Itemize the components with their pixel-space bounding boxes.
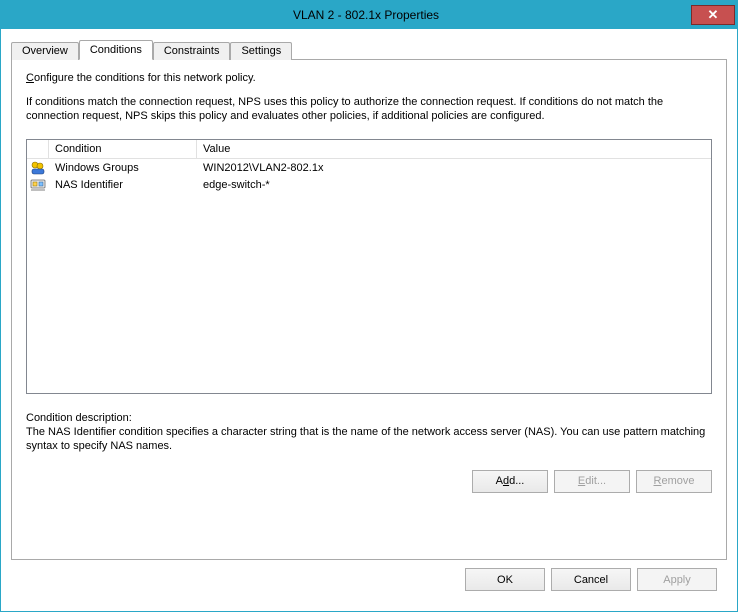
- tab-overview[interactable]: Overview: [11, 42, 79, 60]
- condition-description: Condition description: The NAS Identifie…: [26, 412, 712, 454]
- header-icon-col[interactable]: [27, 140, 49, 158]
- apply-button: Apply: [637, 568, 717, 591]
- tab-conditions[interactable]: Conditions: [79, 40, 153, 60]
- header-condition[interactable]: Condition: [49, 140, 197, 158]
- row-icon: [27, 177, 49, 193]
- nas-icon: [30, 177, 46, 193]
- conditions-list[interactable]: Condition Value: [26, 139, 712, 394]
- row-icon: [27, 160, 49, 176]
- row-condition: NAS Identifier: [49, 179, 197, 191]
- titlebar: VLAN 2 - 802.1x Properties ✕: [1, 1, 737, 29]
- description-text: The NAS Identifier condition specifies a…: [26, 426, 712, 454]
- tab-panel-conditions: Configure the conditions for this networ…: [11, 59, 727, 560]
- edit-button: Edit...: [554, 470, 630, 493]
- list-body: Windows Groups WIN2012\VLAN2-802.1x: [27, 159, 711, 393]
- row-value: WIN2012\VLAN2-802.1x: [197, 162, 711, 174]
- list-header: Condition Value: [27, 140, 711, 159]
- window-title: VLAN 2 - 802.1x Properties: [1, 8, 691, 22]
- close-button[interactable]: ✕: [691, 5, 735, 25]
- table-row[interactable]: NAS Identifier edge-switch-*: [27, 176, 711, 193]
- tab-settings[interactable]: Settings: [230, 42, 292, 60]
- help-text: If conditions match the connection reque…: [26, 96, 712, 124]
- row-condition: Windows Groups: [49, 162, 197, 174]
- dialog-buttons: OK Cancel Apply: [11, 560, 727, 601]
- properties-dialog: VLAN 2 - 802.1x Properties ✕ Overview Co…: [0, 0, 738, 612]
- condition-buttons: Add... Edit... Remove: [26, 470, 712, 493]
- tab-constraints[interactable]: Constraints: [153, 42, 231, 60]
- table-row[interactable]: Windows Groups WIN2012\VLAN2-802.1x: [27, 159, 711, 176]
- close-icon: ✕: [708, 7, 719, 23]
- header-value[interactable]: Value: [197, 140, 711, 158]
- group-icon: [30, 160, 46, 176]
- configure-line: Configure the conditions for this networ…: [26, 72, 712, 86]
- client-area: Overview Conditions Constraints Settings…: [1, 29, 737, 611]
- intro-text: Configure the conditions for this networ…: [26, 72, 712, 133]
- row-value: edge-switch-*: [197, 179, 711, 191]
- description-label: Condition description:: [26, 412, 712, 424]
- add-button[interactable]: Add...: [472, 470, 548, 493]
- remove-button: Remove: [636, 470, 712, 493]
- cancel-button[interactable]: Cancel: [551, 568, 631, 591]
- tab-strip: Overview Conditions Constraints Settings: [11, 37, 727, 59]
- ok-button[interactable]: OK: [465, 568, 545, 591]
